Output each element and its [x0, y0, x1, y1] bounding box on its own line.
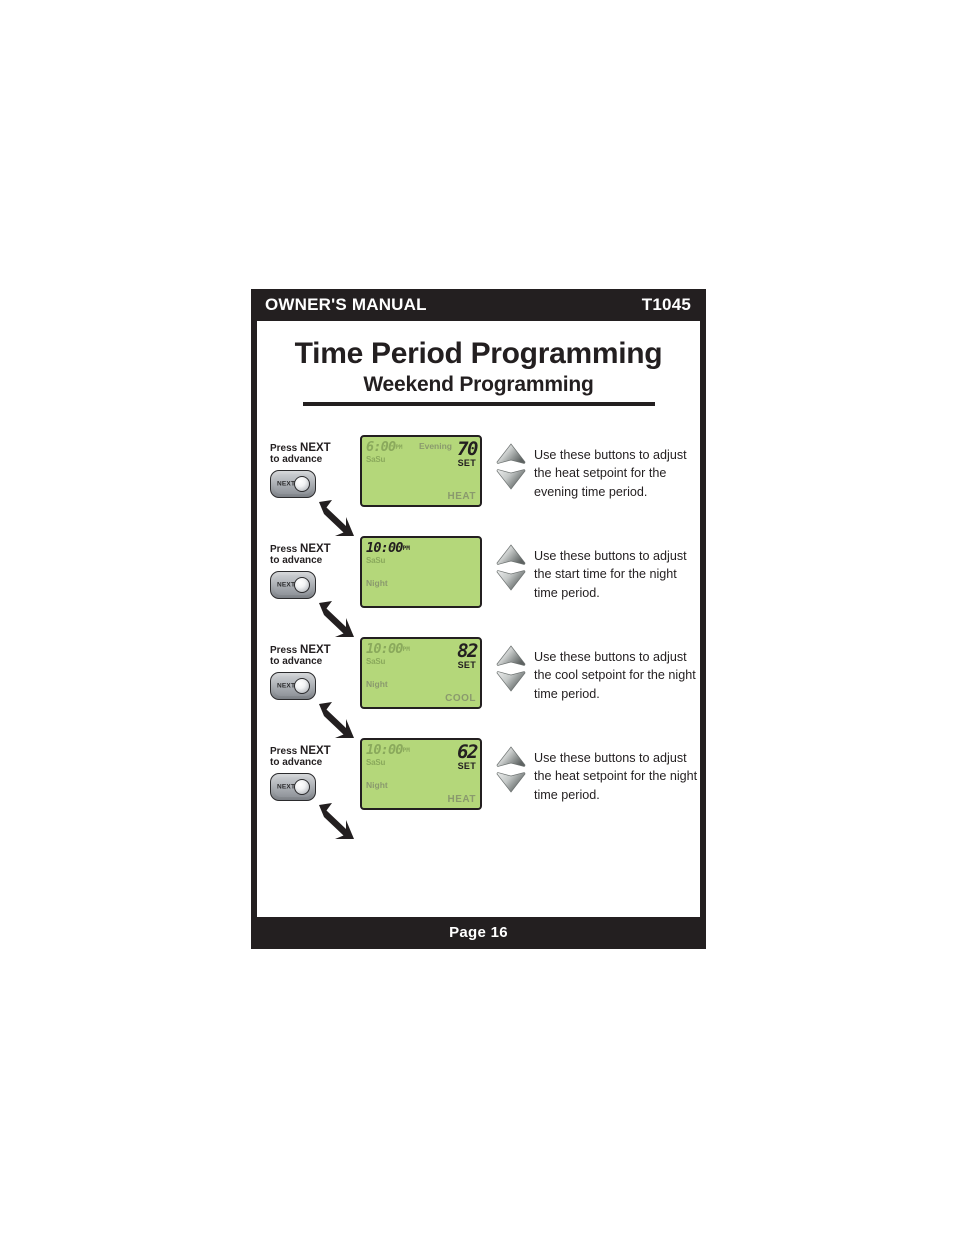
- step-row: Press NEXT to advance NEXT 10:00PM SaSu Night…: [257, 636, 700, 738]
- next-button-knob[interactable]: [294, 576, 310, 593]
- press-line2: to advance: [270, 454, 323, 466]
- lcd-set-label: SET: [457, 760, 476, 771]
- thermostat-lcd-display: 10:00PM SaSu Night 62 SET HEAT: [360, 737, 482, 810]
- thermostat-lcd-display: 10:00PM SaSu Night 82 SET COOL: [360, 636, 482, 709]
- step-row: Press NEXT to advance NEXT 10:00PM SaSu Night…: [257, 737, 700, 839]
- press-next-word: NEXT: [300, 542, 331, 555]
- step-controls: Press NEXT to advance NEXT: [270, 536, 358, 637]
- press-prefix: Press: [270, 745, 301, 757]
- lcd-time-value: 10:00: [366, 741, 403, 758]
- flow-arrow-icon: [313, 801, 357, 845]
- adjust-buttons: [496, 543, 526, 591]
- next-button-knob[interactable]: [294, 475, 310, 492]
- lcd-period-name-label: Night: [366, 779, 388, 790]
- page-subtitle: Weekend Programming: [363, 372, 594, 396]
- arrow-up-icon[interactable]: [496, 442, 526, 465]
- lcd-days-indicator: SaSu: [366, 454, 386, 464]
- press-next-word: NEXT: [300, 643, 331, 656]
- lcd-days-indicator: SaSu: [366, 757, 386, 767]
- title-divider: [302, 401, 655, 406]
- press-next-label: Press NEXT to advance: [270, 442, 358, 466]
- lcd-ampm: PM: [402, 544, 410, 552]
- step-controls: Press NEXT to advance NEXT: [270, 637, 358, 738]
- adjust-buttons: [496, 745, 526, 793]
- lcd-time: 10:00PM: [366, 540, 410, 556]
- press-next-label: Press NEXT to advance: [270, 543, 358, 567]
- lcd-ampm: PM: [402, 645, 410, 653]
- page-content: Time Period Programming Weekend Programm…: [257, 321, 700, 917]
- lcd-days-indicator: SaSu: [366, 656, 386, 666]
- model-number-label: T1045: [641, 295, 691, 314]
- title-block: Time Period Programming Weekend Programm…: [257, 321, 700, 406]
- lcd-ampm: PM: [402, 746, 410, 754]
- step-instruction-text: Use these buttons to adjust the cool set…: [534, 649, 696, 701]
- thermostat-lcd-display: 10:00PM SaSu Night: [360, 535, 482, 608]
- next-button-knob[interactable]: [294, 677, 310, 694]
- lcd-set-label: SET: [457, 659, 476, 670]
- next-button[interactable]: NEXT: [270, 772, 316, 801]
- lcd-time: 10:00PM: [366, 641, 410, 657]
- step-instruction-text: Use these buttons to adjust the start ti…: [534, 548, 687, 600]
- next-button-label: NEXT: [277, 480, 296, 488]
- lcd-time: 6:00PM: [366, 439, 403, 455]
- press-prefix: Press: [270, 644, 301, 656]
- next-button-knob[interactable]: [294, 778, 310, 795]
- press-next-word: NEXT: [300, 441, 331, 454]
- lcd-temperature-value: 62: [457, 740, 478, 763]
- step-instruction-text: Use these buttons to adjust the heat set…: [534, 750, 698, 802]
- owners-manual-label: OWNER'S MANUAL: [265, 295, 427, 314]
- lcd-days-indicator: SaSu: [366, 555, 386, 565]
- press-next-label: Press NEXT to advance: [270, 745, 358, 769]
- lcd-period-name-label: Night: [366, 678, 388, 689]
- lcd-mode-label: HEAT: [447, 793, 476, 805]
- step-controls: Press NEXT to advance NEXT: [270, 435, 358, 536]
- press-line2: to advance: [270, 656, 323, 668]
- press-prefix: Press: [270, 543, 301, 555]
- arrow-down-icon[interactable]: [496, 569, 526, 591]
- arrow-down-icon[interactable]: [496, 468, 526, 490]
- step-controls: Press NEXT to advance NEXT: [270, 738, 358, 839]
- lcd-temperature-value: 70: [457, 437, 478, 460]
- lcd-mode-label: HEAT: [447, 490, 476, 502]
- thermostat-lcd-display: 6:00PM SaSu Evening 70 SET HEAT: [360, 434, 482, 507]
- next-button[interactable]: NEXT: [270, 469, 316, 498]
- lcd-time-value: 10:00: [366, 539, 403, 556]
- press-line2: to advance: [270, 757, 323, 769]
- adjust-buttons: [496, 442, 526, 490]
- page-number: Page 16: [449, 923, 508, 941]
- next-button-label: NEXT: [277, 682, 296, 690]
- lcd-time-value: 10:00: [366, 640, 403, 657]
- manual-page: OWNER'S MANUAL T1045 Time Period Program…: [251, 289, 706, 949]
- lcd-temperature-value: 82: [457, 639, 478, 662]
- press-line2: to advance: [270, 555, 323, 567]
- arrow-up-icon[interactable]: [496, 543, 526, 566]
- lcd-mode-label: COOL: [445, 692, 476, 704]
- steps-container: Press NEXT to advance NEXT 6:00PM SaSu Evenin…: [257, 434, 700, 839]
- step-instruction-text: Use these buttons to adjust the heat set…: [534, 447, 687, 499]
- press-next-word: NEXT: [300, 744, 331, 757]
- page-title: Time Period Programming: [294, 337, 663, 370]
- press-next-label: Press NEXT to advance: [270, 644, 358, 668]
- adjust-buttons: [496, 644, 526, 692]
- lcd-time: 10:00PM: [366, 742, 410, 758]
- lcd-period-top-label: Evening: [418, 440, 452, 451]
- header-bar: OWNER'S MANUAL T1045: [251, 289, 706, 321]
- press-prefix: Press: [270, 442, 301, 454]
- next-button[interactable]: NEXT: [270, 570, 316, 599]
- arrow-down-icon[interactable]: [496, 670, 526, 692]
- step-row: Press NEXT to advance NEXT 10:00PM SaSu Night…: [257, 535, 700, 637]
- lcd-set-label: SET: [457, 457, 476, 468]
- next-button-label: NEXT: [277, 783, 296, 791]
- next-button[interactable]: NEXT: [270, 671, 316, 700]
- lcd-time-value: 6:00: [366, 438, 396, 455]
- footer-bar: Page 16: [251, 917, 706, 947]
- arrow-up-icon[interactable]: [496, 644, 526, 667]
- arrow-up-icon[interactable]: [496, 745, 526, 768]
- step-row: Press NEXT to advance NEXT 6:00PM SaSu Evenin…: [257, 434, 700, 536]
- next-button-label: NEXT: [277, 581, 296, 589]
- lcd-ampm: PM: [395, 443, 403, 451]
- arrow-down-icon[interactable]: [496, 771, 526, 793]
- lcd-period-name-label: Night: [366, 577, 388, 588]
